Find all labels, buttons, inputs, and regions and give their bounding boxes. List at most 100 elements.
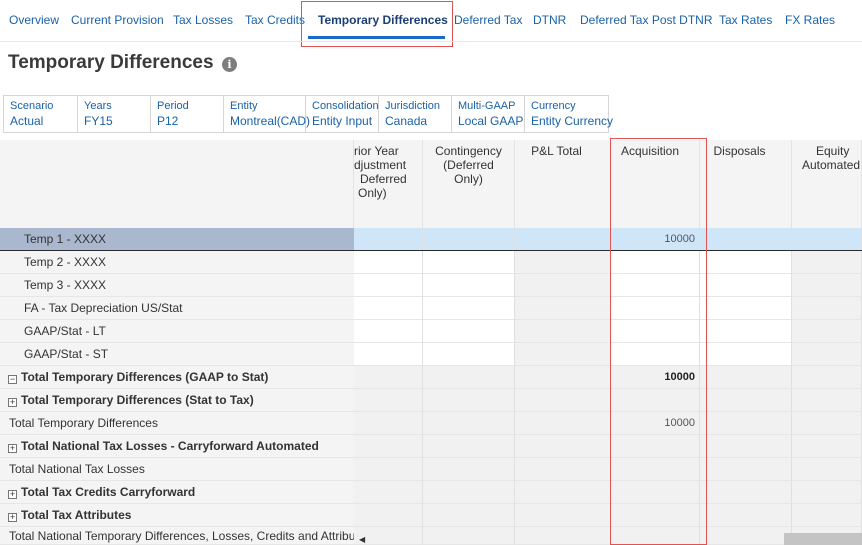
tab-dtnr[interactable]: DTNR (533, 13, 566, 27)
table-row[interactable]: Temp 3 - XXXX (0, 274, 862, 297)
expand-icon[interactable]: + (8, 398, 17, 407)
tab-tax-rates[interactable]: Tax Rates (719, 13, 772, 27)
cell[interactable] (423, 297, 515, 320)
table-row[interactable]: GAAP/Stat - LT (0, 320, 862, 343)
table-row[interactable]: Total National Tax Losses (0, 458, 862, 481)
cell[interactable] (423, 274, 515, 297)
cell (354, 366, 423, 389)
pov-label: Period (157, 100, 189, 112)
cell[interactable] (792, 228, 862, 251)
header-line: Contingency (435, 144, 502, 158)
page-title: Temporary Differences (8, 52, 214, 73)
cell[interactable] (515, 297, 611, 320)
cell (423, 481, 515, 504)
cell[interactable] (515, 343, 611, 366)
table-row[interactable]: Temp 1 - XXXX 10000 (0, 228, 862, 251)
header-line: Only) (358, 186, 387, 200)
tab-tax-losses[interactable]: Tax Losses (173, 13, 233, 27)
cell (515, 389, 611, 412)
cell[interactable] (423, 228, 515, 251)
cell[interactable] (515, 274, 611, 297)
cell[interactable] (423, 320, 515, 343)
pov-value: Local GAAP (458, 114, 524, 128)
cell[interactable] (515, 228, 611, 251)
expand-icon[interactable]: + (8, 490, 17, 499)
pov-years[interactable]: Years FY15 (78, 96, 151, 132)
cell[interactable] (700, 320, 792, 343)
table-row[interactable]: + Total National Tax Losses - Carryforwar… (0, 435, 862, 458)
pov-value: Entity Input (312, 114, 373, 128)
cell[interactable] (792, 343, 862, 366)
cell[interactable] (354, 343, 423, 366)
column-header-prior-year-adjustment[interactable]: rior Year djustment Deferred Only) (354, 140, 423, 228)
pov-scenario[interactable]: Scenario Actual (4, 96, 78, 132)
expand-icon[interactable]: + (8, 444, 17, 453)
cell[interactable] (515, 251, 611, 274)
pov-label: Years (84, 100, 112, 112)
row-label-text: Total National Tax Losses - Carryforward… (21, 439, 319, 453)
data-grid: rior Year djustment Deferred Only) Conti… (0, 140, 862, 545)
pov-multi-gaap[interactable]: Multi-GAAP Local GAAP (452, 96, 525, 132)
table-row[interactable]: + Total Tax Credits Carryforward (0, 481, 862, 504)
cell (423, 412, 515, 435)
tab-current-provision[interactable]: Current Provision (71, 13, 164, 27)
table-row[interactable]: + Total Tax Attributes (0, 504, 862, 527)
cell[interactable] (354, 251, 423, 274)
header-line: Disposals (713, 144, 766, 158)
column-header-disposals[interactable]: Disposals (700, 140, 792, 228)
cell[interactable] (423, 343, 515, 366)
cell[interactable] (792, 297, 862, 320)
table-row[interactable]: Total Temporary Differences 10000 (0, 412, 862, 435)
column-header-pl-total[interactable]: P&L Total (515, 140, 611, 228)
table-row[interactable]: FA - Tax Depreciation US/Stat (0, 297, 862, 320)
pov-period[interactable]: Period P12 (151, 96, 224, 132)
expand-icon[interactable]: + (8, 513, 17, 522)
table-row[interactable]: + Total Temporary Differences (Stat to Ta… (0, 389, 862, 412)
cell[interactable] (700, 228, 792, 251)
pov-currency[interactable]: Currency Entity Currency (525, 96, 613, 132)
cell[interactable] (423, 251, 515, 274)
cell[interactable] (792, 251, 862, 274)
cell[interactable] (354, 274, 423, 297)
cell (515, 366, 611, 389)
tab-deferred-tax-post-dtnr[interactable]: Deferred Tax Post DTNR (580, 13, 713, 27)
cell[interactable] (700, 297, 792, 320)
pov-consolidation[interactable]: Consolidation Entity Input (306, 96, 379, 132)
pov-bar: Scenario Actual Years FY15 Period P12 En… (3, 95, 613, 133)
tab-overview[interactable]: Overview (9, 13, 59, 27)
pov-jurisdiction[interactable]: Jurisdiction Canada (379, 96, 452, 132)
cell[interactable] (354, 320, 423, 343)
collapse-icon[interactable]: − (8, 375, 17, 384)
column-header-contingency[interactable]: Contingency (Deferred Only) (423, 140, 515, 228)
info-icon[interactable]: i (222, 57, 237, 72)
cell[interactable] (792, 274, 862, 297)
table-row[interactable]: − Total Temporary Differences (GAAP to St… (0, 366, 862, 389)
pov-entity[interactable]: Entity Montreal(CAD) (224, 96, 310, 132)
cell (354, 435, 423, 458)
cell[interactable] (354, 228, 423, 251)
cell[interactable] (792, 320, 862, 343)
cell[interactable] (700, 343, 792, 366)
cell[interactable] (354, 297, 423, 320)
cell (354, 458, 423, 481)
cell (354, 389, 423, 412)
column-header-equity-automated[interactable]: Equity Automated (792, 140, 862, 228)
cell[interactable] (700, 274, 792, 297)
tab-fx-rates[interactable]: FX Rates (785, 13, 835, 27)
cell[interactable] (515, 320, 611, 343)
cell (792, 412, 862, 435)
tab-deferred-tax[interactable]: Deferred Tax (454, 13, 522, 27)
table-row[interactable]: Total National Temporary Differences, Lo… (0, 527, 862, 545)
pov-label: Scenario (10, 100, 54, 112)
cell (354, 504, 423, 527)
table-row[interactable]: Temp 2 - XXXX (0, 251, 862, 274)
cell[interactable] (700, 251, 792, 274)
cell (792, 366, 862, 389)
horizontal-scrollbar-thumb[interactable] (784, 533, 862, 545)
pov-label: Entity (230, 100, 258, 112)
cell (354, 481, 423, 504)
divider (0, 41, 862, 42)
table-row[interactable]: GAAP/Stat - ST (0, 343, 862, 366)
scroll-left-arrow-icon[interactable]: ◀ (359, 535, 365, 544)
tab-tax-credits[interactable]: Tax Credits (245, 13, 305, 27)
